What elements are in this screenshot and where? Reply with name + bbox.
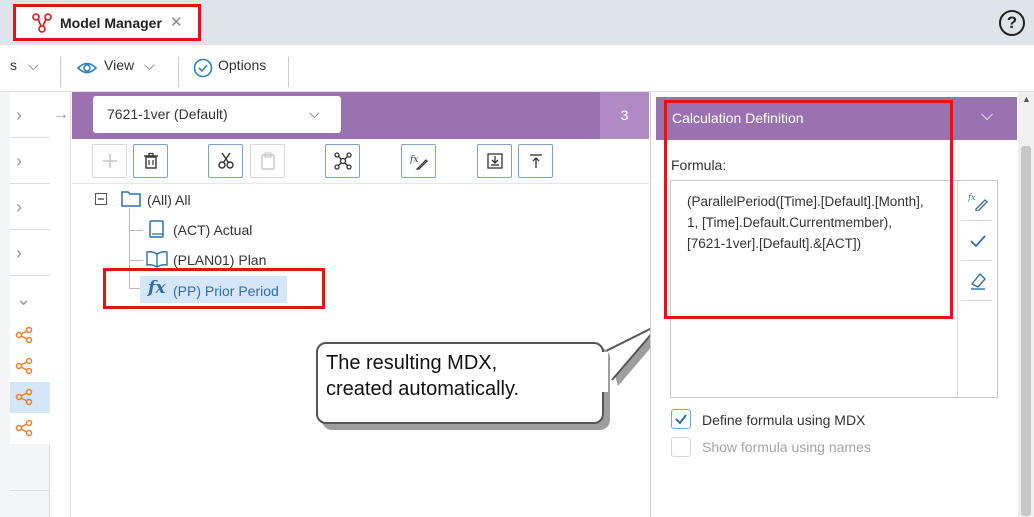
callout-line: The resulting MDX,: [326, 352, 498, 374]
show-names-label: Show formula using names: [702, 439, 871, 455]
delete-button[interactable]: [133, 144, 168, 178]
svg-text:fx: fx: [968, 193, 976, 202]
formula-edit-icon: fx: [410, 155, 428, 170]
clipboard-icon: [261, 152, 275, 170]
export-icon: [530, 154, 542, 168]
toolbar-truncated-label[interactable]: s: [10, 57, 17, 73]
highlight-box: [103, 268, 325, 309]
tab-label: Model Manager: [60, 15, 162, 31]
toolbar-divider: [178, 57, 179, 87]
network-icon: [334, 152, 352, 170]
paste-button[interactable]: [250, 144, 285, 178]
clear-button[interactable]: [962, 261, 992, 301]
folder-icon: [121, 191, 141, 207]
callout-box: The resulting MDX, created automatically…: [316, 342, 604, 424]
define-mdx-label: Define formula using MDX: [702, 412, 866, 428]
import-button[interactable]: [477, 144, 512, 178]
collapse-icon[interactable]: [95, 193, 107, 205]
show-names-checkbox[interactable]: [671, 437, 691, 457]
divider: [10, 490, 50, 491]
plus-icon: [103, 154, 117, 168]
callout-line: created automatically.: [326, 378, 520, 400]
tree-root-label[interactable]: (All) All: [147, 192, 191, 208]
tab-model-manager[interactable]: Model Manager ✕: [13, 4, 201, 41]
tree-guide: [129, 260, 143, 261]
cut-button[interactable]: [208, 144, 243, 178]
export-button[interactable]: [518, 144, 553, 178]
define-mdx-checkbox[interactable]: [671, 409, 691, 429]
toolbar-divider: [288, 57, 289, 87]
chevron-down-icon[interactable]: ⌵: [28, 57, 39, 74]
chevron-right-icon[interactable]: ›: [10, 138, 50, 184]
share-icon[interactable]: [10, 351, 50, 382]
chevron-down-icon: ⌵: [309, 105, 320, 121]
chevron-down-icon[interactable]: ⌄: [10, 276, 50, 322]
open-book-icon: [146, 251, 168, 268]
chevron-down-icon[interactable]: ⌵: [981, 107, 993, 125]
hierarchy-button[interactable]: [325, 144, 360, 178]
version-select[interactable]: 7621-1ver (Default) ⌵: [93, 96, 341, 133]
toolbar-divider: [60, 57, 61, 87]
formula-edit-icon: fx: [968, 193, 988, 211]
view-menu-button[interactable]: View: [104, 57, 134, 73]
add-button[interactable]: [92, 144, 127, 178]
tree-guide: [129, 230, 143, 231]
chevron-right-icon[interactable]: ›: [10, 184, 50, 230]
book-icon: [149, 220, 164, 238]
callout-joint: [600, 352, 608, 392]
tree-item[interactable]: (PLAN01) Plan: [173, 252, 266, 268]
checkmark-icon: [675, 414, 687, 425]
chevron-right-icon[interactable]: ›: [10, 230, 50, 276]
version-select-value: 7621-1ver (Default): [107, 106, 228, 122]
formula-builder-button[interactable]: fx: [962, 181, 992, 221]
member-count: 3: [600, 92, 649, 139]
share-icon[interactable]: [10, 320, 50, 351]
import-icon: [487, 153, 503, 169]
collapse-column: [50, 92, 71, 517]
eye-icon: [77, 62, 97, 74]
tab-close-icon[interactable]: ✕: [170, 13, 183, 31]
help-icon[interactable]: ?: [999, 10, 1025, 36]
check-icon: [970, 235, 986, 248]
scroll-up-icon[interactable]: ▲: [1022, 94, 1031, 104]
options-button[interactable]: Options: [218, 57, 266, 73]
arrow-right-icon[interactable]: →: [53, 106, 69, 124]
scrollbar-thumb[interactable]: [1021, 146, 1031, 516]
check-circle-icon: [193, 58, 213, 78]
eraser-icon: [970, 272, 986, 290]
validate-button[interactable]: [962, 221, 992, 261]
highlight-box: [664, 100, 953, 319]
model-manager-icon: [32, 13, 52, 33]
edit-formula-button[interactable]: fx: [401, 144, 436, 178]
scissors-icon: [218, 152, 234, 169]
trash-icon: [144, 152, 158, 169]
toolbar: s ⌵ View ⌵ Options: [0, 45, 1034, 92]
share-icon[interactable]: [10, 382, 50, 413]
svg-text:fx: fx: [410, 155, 418, 165]
share-icon[interactable]: [10, 413, 50, 444]
chevron-down-icon[interactable]: ⌵: [144, 57, 155, 74]
chevron-right-icon[interactable]: ›: [10, 92, 50, 138]
tree-item[interactable]: (ACT) Actual: [173, 222, 252, 238]
